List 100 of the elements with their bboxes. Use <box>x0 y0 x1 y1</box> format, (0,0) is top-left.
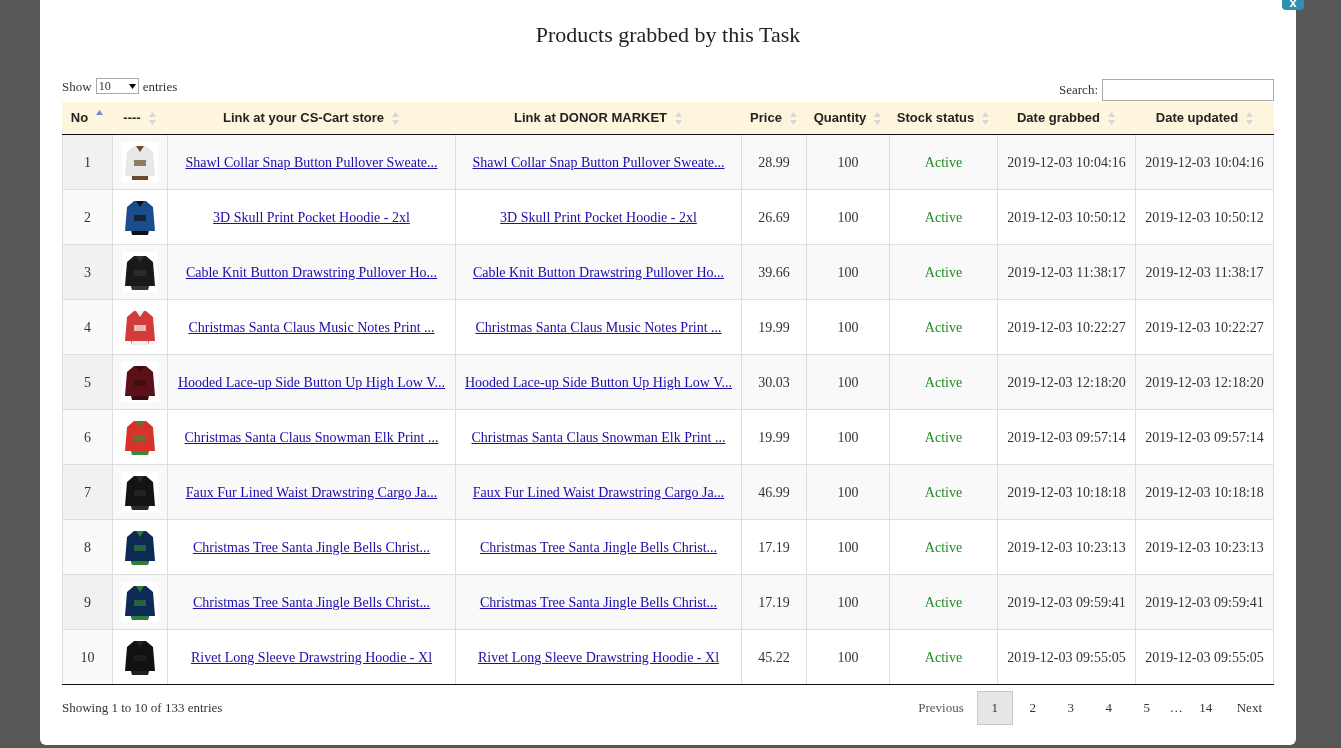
table-cell-text: 2019-12-03 10:23:13 <box>1145 538 1264 557</box>
table-cell-text: 17.19 <box>758 593 790 612</box>
page-button[interactable]: 1 <box>976 691 1013 725</box>
table-cell-text: 2019-12-03 10:22:27 <box>1007 318 1126 337</box>
product-link[interactable]: Faux Fur Lined Waist Drawstring Cargo Ja... <box>472 481 725 503</box>
table-cell-text: 46.99 <box>758 483 790 502</box>
table-cell-text: 6 <box>84 428 91 447</box>
table-cell-text: 100 <box>837 648 859 667</box>
table-cell-text: 39.66 <box>758 263 790 282</box>
stock-status: Active <box>924 318 963 337</box>
dropdown-caret-icon <box>128 83 136 89</box>
stock-status: Active <box>924 483 963 502</box>
stock-status: Active <box>924 593 963 612</box>
table-cell-text: 2019-12-03 10:04:16 <box>1007 153 1126 172</box>
table-cell-text: 100 <box>837 428 859 447</box>
table-cell-text: 2019-12-03 09:55:05 <box>1145 648 1264 667</box>
table-cell-text: 2019-12-03 10:50:12 <box>1007 208 1126 227</box>
entries-select[interactable]: 10 <box>95 78 139 95</box>
table-cell-text: 2019-12-03 10:23:13 <box>1007 538 1126 557</box>
column-header[interactable]: Link at DONOR MARKET <box>455 102 741 134</box>
product-link[interactable]: Cable Knit Button Drawstring Pullover Ho... <box>185 261 438 283</box>
table-cell-text: 8 <box>84 538 91 557</box>
table-cell-text: 2019-12-03 10:18:18 <box>1145 483 1264 502</box>
table-cell-text: 19.99 <box>758 428 790 447</box>
table-cell-text: 2019-12-03 12:18:20 <box>1007 373 1126 392</box>
stock-status: Active <box>924 263 963 282</box>
table-cell-text: 7 <box>84 483 91 502</box>
stock-status: Active <box>924 538 963 557</box>
product-link[interactable]: Christmas Santa Claus Snowman Elk Print ... <box>184 426 439 448</box>
entries-label: entries <box>142 77 178 96</box>
product-link[interactable]: Christmas Santa Claus Music Notes Print ... <box>188 316 435 338</box>
table-cell-text: 2019-12-03 12:18:20 <box>1145 373 1264 392</box>
table-cell-text: 100 <box>837 318 859 337</box>
product-link[interactable]: Christmas Santa Claus Music Notes Print ... <box>475 316 722 338</box>
search-field[interactable] <box>1102 79 1274 101</box>
product-link[interactable]: Rivet Long Sleeve Drawstring Hoodie - Xl <box>190 646 433 668</box>
column-header[interactable]: ---- <box>112 102 167 134</box>
table-cell-text: 2019-12-03 10:18:18 <box>1007 483 1126 502</box>
table-cell-text: 2019-12-03 10:04:16 <box>1145 153 1264 172</box>
stock-status: Active <box>924 648 963 667</box>
column-header[interactable]: Stock status <box>889 102 997 134</box>
product-link[interactable]: Shawl Collar Snap Button Pullover Sweate... <box>472 151 725 173</box>
table-cell-text: 100 <box>837 208 859 227</box>
table-cell-text: 4 <box>84 318 91 337</box>
table-cell-text: 2019-12-03 09:59:41 <box>1145 593 1264 612</box>
table-cell-text: 100 <box>837 373 859 392</box>
close-button[interactable]: x <box>1282 0 1304 10</box>
table-cell-text: 2019-12-03 09:55:05 <box>1007 648 1126 667</box>
table-cell-text: 10 <box>80 648 95 667</box>
table-cell-text: 2019-12-03 10:50:12 <box>1145 208 1264 227</box>
product-link[interactable]: 3D Skull Print Pocket Hoodie - 2xl <box>213 206 410 228</box>
product-link[interactable]: Christmas Tree Santa Jingle Bells Christ... <box>479 591 718 613</box>
table-cell-text: 17.19 <box>758 538 790 557</box>
product-link[interactable]: Christmas Tree Santa Jingle Bells Christ... <box>192 591 431 613</box>
table-cell-text: 2019-12-03 10:22:27 <box>1145 318 1264 337</box>
table-cell-text: 100 <box>837 263 859 282</box>
column-header[interactable]: Price <box>741 102 806 134</box>
table-cell-text: 2019-12-03 11:38:17 <box>1145 263 1264 282</box>
stock-status: Active <box>924 208 963 227</box>
product-link[interactable]: Shawl Collar Snap Button Pullover Sweate... <box>185 151 438 173</box>
table-cell-text: 1 <box>84 153 91 172</box>
product-link[interactable]: Christmas Tree Santa Jingle Bells Christ... <box>479 536 718 558</box>
column-header[interactable]: Date grabbed <box>997 102 1135 134</box>
column-header[interactable]: No <box>62 102 112 134</box>
table-cell-text: 100 <box>837 483 859 502</box>
product-link[interactable]: Rivet Long Sleeve Drawstring Hoodie - Xl <box>477 646 720 668</box>
show-label: Show <box>62 77 92 96</box>
table-cell-text: 100 <box>837 538 859 557</box>
column-header[interactable]: Quantity <box>806 102 889 134</box>
product-link[interactable]: Christmas Santa Claus Snowman Elk Print ... <box>471 426 726 448</box>
table-cell-text: 28.99 <box>758 153 790 172</box>
table-cell-text: 2019-12-03 09:57:14 <box>1007 428 1126 447</box>
stock-status: Active <box>924 153 963 172</box>
table-cell-text: 45.22 <box>758 648 790 667</box>
previous-button[interactable]: Previous <box>906 692 976 724</box>
table-cell-text: 30.03 <box>758 373 790 392</box>
table-cell-text: 3 <box>84 263 91 282</box>
stock-status: Active <box>924 428 963 447</box>
product-link[interactable]: Christmas Tree Santa Jingle Bells Christ... <box>192 536 431 558</box>
table-cell-text: 2019-12-03 09:59:41 <box>1007 593 1126 612</box>
table-cell-text: 26.69 <box>758 208 790 227</box>
table-cell-text: 19.99 <box>758 318 790 337</box>
stock-status: Active <box>924 373 963 392</box>
product-link[interactable]: Hooded Lace-up Side Button Up High Low V... <box>465 371 732 393</box>
entries-info: Showing 1 to 10 of 133 entries <box>62 699 223 717</box>
column-header[interactable]: Date updated <box>1135 102 1274 134</box>
table-cell-text: 2019-12-03 11:38:17 <box>1007 263 1126 282</box>
product-link[interactable]: Hooded Lace-up Side Button Up High Low V... <box>178 371 445 393</box>
dialog-title: Products grabbed by this Task <box>535 21 801 49</box>
table-cell-text: 2 <box>84 208 91 227</box>
table-cell-text: 100 <box>837 153 859 172</box>
product-link[interactable]: Cable Knit Button Drawstring Pullover Ho... <box>472 261 725 283</box>
product-link[interactable]: 3D Skull Print Pocket Hoodie - 2xl <box>500 206 697 228</box>
next-button[interactable]: Next <box>1224 692 1274 724</box>
table-cell-text: 2019-12-03 09:57:14 <box>1145 428 1264 447</box>
column-header[interactable]: Link at your CS-Cart store <box>167 102 455 134</box>
pagination-ellipsis: … <box>1168 699 1184 717</box>
search-label: Search: <box>1059 81 1098 100</box>
product-link[interactable]: Faux Fur Lined Waist Drawstring Cargo Ja... <box>185 481 438 503</box>
table-cell-text: 5 <box>84 373 91 392</box>
